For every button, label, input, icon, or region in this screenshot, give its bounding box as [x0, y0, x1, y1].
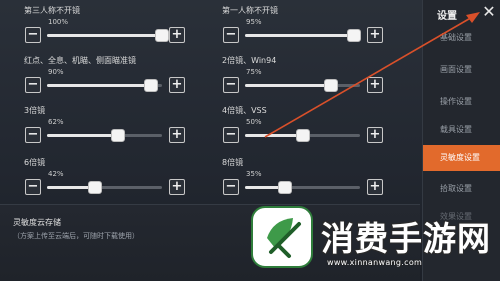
slider-track[interactable] — [47, 79, 162, 92]
increase-button[interactable]: + — [367, 127, 383, 143]
slider-red-dot: 红点、全息、机瞄、侧面瞄准镜 90% − + — [12, 55, 187, 95]
slider-track[interactable] — [245, 79, 360, 92]
slider-label: 2倍镜、Win94 — [222, 56, 277, 65]
watermark-url: www.xinnanwang.com — [327, 258, 423, 267]
slider-label: 红点、全息、机瞄、侧面瞄准镜 — [24, 56, 136, 65]
slider-2x-scope: 2倍镜、Win94 75% − + — [210, 55, 385, 95]
slider-percent: 62% — [48, 118, 64, 126]
cloud-storage-title: 灵敏度云存储 — [13, 218, 61, 227]
decrease-button[interactable]: − — [223, 27, 239, 43]
slider-handle[interactable] — [324, 79, 339, 92]
slider-track[interactable] — [47, 129, 162, 142]
slider-first-person: 第一人称不开镜 95% − + — [210, 5, 385, 45]
sidebar-item-graphics[interactable]: 画面设置 — [423, 57, 500, 83]
sidebar-item-controls[interactable]: 操作设置 — [423, 89, 500, 115]
slider-label: 3倍镜 — [24, 106, 46, 115]
slider-handle[interactable] — [278, 181, 293, 194]
slider-4x-scope: 4倍镜、VSS 50% − + — [210, 105, 385, 145]
slider-fill — [47, 84, 151, 87]
decrease-button[interactable]: − — [223, 77, 239, 93]
slider-fill — [47, 34, 162, 37]
slider-handle[interactable] — [111, 129, 126, 142]
slider-handle[interactable] — [143, 79, 158, 92]
slider-handle[interactable] — [88, 181, 103, 194]
sidebar-item-basic[interactable]: 基础设置 — [423, 25, 500, 51]
slider-label: 6倍镜 — [24, 158, 46, 167]
leaf-check-logo-icon — [251, 206, 313, 268]
watermark-name: 消费手游网 — [321, 219, 491, 258]
decrease-button[interactable]: − — [25, 127, 41, 143]
settings-title: 设置 — [437, 11, 457, 22]
close-icon[interactable]: ✕ — [479, 2, 499, 22]
slider-label: 4倍镜、VSS — [222, 106, 267, 115]
cloud-storage-description: （方案上传至云端后，可随时下载使用） — [13, 232, 139, 240]
sidebar-item-vehicle[interactable]: 载具设置 — [423, 117, 500, 143]
increase-button[interactable]: + — [169, 127, 185, 143]
slider-handle[interactable] — [155, 29, 169, 42]
slider-track[interactable] — [47, 29, 169, 42]
decrease-button[interactable]: − — [25, 77, 41, 93]
slider-percent: 42% — [48, 170, 64, 178]
slider-fill — [245, 134, 303, 137]
slider-percent: 95% — [246, 18, 262, 26]
decrease-button[interactable]: − — [223, 179, 239, 195]
slider-track[interactable] — [245, 129, 360, 142]
increase-button[interactable]: + — [367, 77, 383, 93]
slider-6x-scope: 6倍镜 42% − + — [12, 157, 187, 197]
slider-percent: 75% — [246, 68, 262, 76]
slider-track[interactable] — [47, 181, 162, 194]
decrease-button[interactable]: − — [223, 127, 239, 143]
slider-3x-scope: 3倍镜 62% − + — [12, 105, 187, 145]
slider-percent: 100% — [48, 18, 69, 26]
decrease-button[interactable]: − — [25, 179, 41, 195]
increase-button[interactable]: + — [169, 27, 185, 43]
slider-label: 8倍镜 — [222, 158, 244, 167]
slider-fill — [245, 84, 332, 87]
increase-button[interactable]: + — [169, 179, 185, 195]
slider-8x-scope: 8倍镜 35% − + — [210, 157, 385, 197]
slider-percent: 35% — [246, 170, 262, 178]
watermark: 消费手游网 www.xinnanwang.com — [243, 198, 500, 281]
slider-handle[interactable] — [347, 29, 362, 42]
slider-fill — [245, 34, 355, 37]
slider-track[interactable] — [245, 181, 360, 194]
sidebar-item-sensitivity[interactable]: 灵敏度设置 — [423, 145, 500, 171]
increase-button[interactable]: + — [169, 77, 185, 93]
slider-third-person: 第三人称不开镜 100% − + — [12, 5, 187, 45]
settings-screen: 第三人称不开镜 100% − + 第一人称不开镜 95% − + 红点、全息、机… — [0, 0, 500, 281]
slider-label: 第三人称不开镜 — [24, 6, 80, 15]
slider-percent: 90% — [48, 68, 64, 76]
increase-button[interactable]: + — [367, 179, 383, 195]
slider-fill — [47, 134, 119, 137]
slider-handle[interactable] — [295, 129, 310, 142]
decrease-button[interactable]: − — [25, 27, 41, 43]
slider-label: 第一人称不开镜 — [222, 6, 278, 15]
increase-button[interactable]: + — [367, 27, 383, 43]
slider-track[interactable] — [245, 29, 362, 42]
slider-percent: 50% — [246, 118, 262, 126]
